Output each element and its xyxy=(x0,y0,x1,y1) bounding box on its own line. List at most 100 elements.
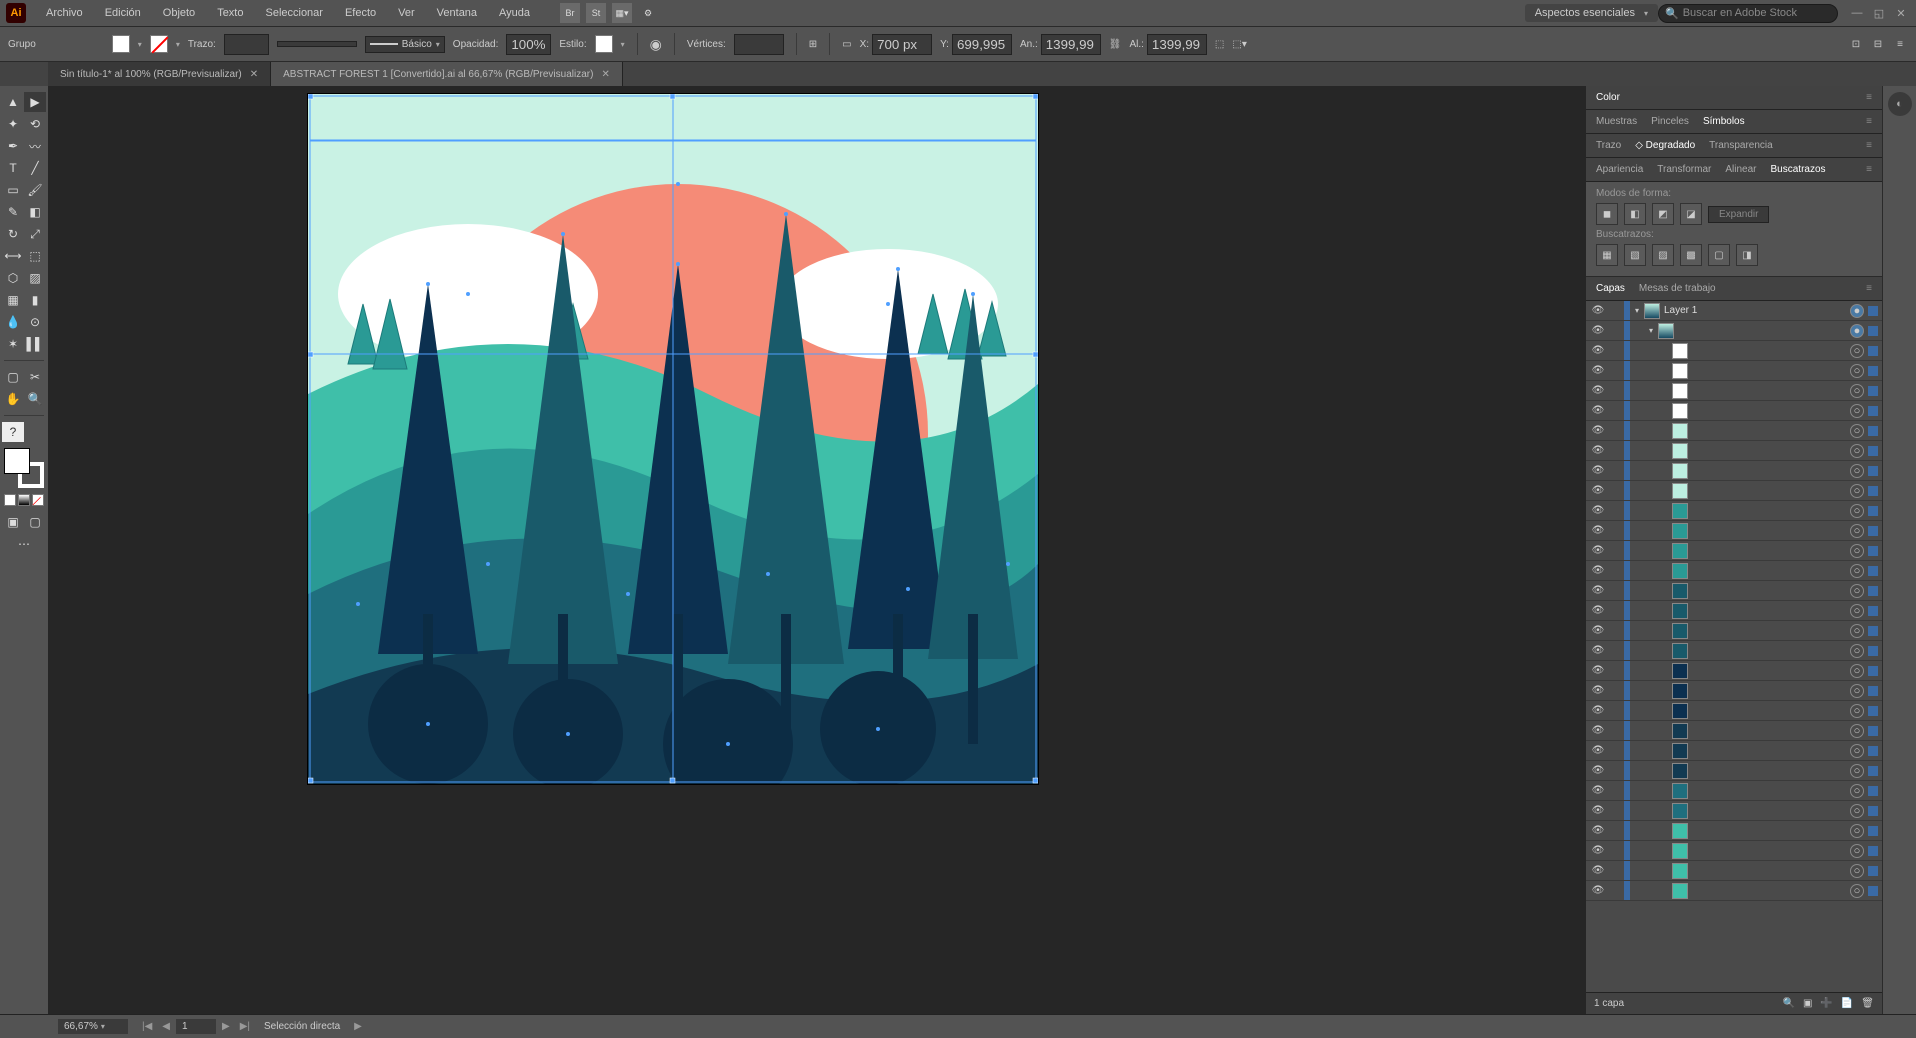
transform2-icon[interactable]: ⬚▾ xyxy=(1232,39,1246,50)
layer-row[interactable]: 👁○ xyxy=(1586,601,1882,621)
layer-row[interactable]: 👁○ xyxy=(1586,441,1882,461)
menu-ayuda[interactable]: Ayuda xyxy=(489,3,540,23)
target-icon[interactable]: ○ xyxy=(1850,504,1864,518)
color-mode-none[interactable]: — xyxy=(32,494,44,506)
window-restore[interactable]: ◱ xyxy=(1870,6,1888,20)
layer-row[interactable]: 👁○ xyxy=(1586,361,1882,381)
target-icon[interactable]: ○ xyxy=(1850,744,1864,758)
rotate-tool[interactable]: ↻ xyxy=(2,224,24,244)
stroke-toggle[interactable] xyxy=(24,422,46,442)
layer-row[interactable]: 👁○ xyxy=(1586,461,1882,481)
visibility-icon[interactable]: 👁 xyxy=(1586,685,1610,696)
visibility-icon[interactable]: 👁 xyxy=(1586,705,1610,716)
layer-row[interactable]: 👁○ xyxy=(1586,801,1882,821)
visibility-icon[interactable]: 👁 xyxy=(1586,625,1610,636)
layer-row[interactable]: 👁○ xyxy=(1586,861,1882,881)
locate-layer-icon[interactable]: 🔍 xyxy=(1782,998,1794,1009)
layer-row[interactable]: 👁○ xyxy=(1586,641,1882,661)
opacity-input[interactable] xyxy=(506,34,551,55)
visibility-icon[interactable]: 👁 xyxy=(1586,785,1610,796)
layer-row[interactable]: 👁○ xyxy=(1586,401,1882,421)
menu-seleccionar[interactable]: Seleccionar xyxy=(255,3,332,23)
perspective-tool[interactable]: ▨ xyxy=(24,268,46,288)
new-layer-icon[interactable]: 📄 xyxy=(1841,998,1853,1009)
visibility-icon[interactable]: 👁 xyxy=(1586,665,1610,676)
visibility-icon[interactable]: 👁 xyxy=(1586,825,1610,836)
menu-archivo[interactable]: Archivo xyxy=(36,3,93,23)
nav-prev[interactable]: ◀ xyxy=(158,1019,174,1034)
visibility-icon[interactable]: 👁 xyxy=(1586,345,1610,356)
canvas[interactable] xyxy=(48,86,1586,1014)
width-tool[interactable]: ⟷ xyxy=(2,246,24,266)
stroke-weight-input[interactable] xyxy=(224,34,269,55)
shape-icon[interactable]: ▭ xyxy=(842,39,851,50)
target-icon[interactable]: ○ xyxy=(1850,404,1864,418)
visibility-icon[interactable]: 👁 xyxy=(1586,465,1610,476)
artboard-tool[interactable]: ▢ xyxy=(2,367,24,387)
delete-layer-icon[interactable]: 🗑 xyxy=(1861,998,1874,1009)
menu-objeto[interactable]: Objeto xyxy=(153,3,205,23)
target-icon[interactable]: ● xyxy=(1850,304,1864,318)
isolate-icon[interactable]: ⊡ xyxy=(1848,36,1864,52)
panel-tab-appearance[interactable]: Apariencia xyxy=(1596,162,1643,177)
eraser-tool[interactable]: ◧ xyxy=(24,202,46,222)
recolor-icon[interactable]: ◉ xyxy=(650,36,662,53)
target-icon[interactable]: ○ xyxy=(1850,484,1864,498)
visibility-icon[interactable]: 👁 xyxy=(1586,725,1610,736)
layer-row[interactable]: 👁○ xyxy=(1586,781,1882,801)
layer-row[interactable]: 👁○ xyxy=(1586,761,1882,781)
stock-icon[interactable]: St xyxy=(586,3,606,23)
layer-row[interactable]: 👁○ xyxy=(1586,381,1882,401)
panel-menu-icon[interactable]: ≡ xyxy=(1866,164,1872,175)
expand-toggle[interactable]: ▾ xyxy=(1630,306,1644,315)
menu-efecto[interactable]: Efecto xyxy=(335,3,386,23)
type-tool[interactable]: T xyxy=(2,158,24,178)
target-icon[interactable]: ○ xyxy=(1850,464,1864,478)
make-clip-icon[interactable]: ▣ xyxy=(1803,998,1812,1009)
pf-trim[interactable]: ▧ xyxy=(1624,244,1646,266)
target-icon[interactable]: ○ xyxy=(1850,584,1864,598)
pf-divide[interactable]: ▦ xyxy=(1596,244,1618,266)
graph-tool[interactable]: ▌▌ xyxy=(24,334,46,354)
doc-tab-1-close[interactable]: ✕ xyxy=(250,69,258,80)
artboard[interactable] xyxy=(308,94,1038,784)
selection-tool[interactable]: ▲ xyxy=(2,92,24,112)
edit-toolbar[interactable]: ⋯ xyxy=(13,534,35,554)
panel-tab-swatches[interactable]: Muestras xyxy=(1596,114,1637,129)
visibility-icon[interactable]: 👁 xyxy=(1586,845,1610,856)
transform-icon[interactable]: ⬚ xyxy=(1215,39,1224,50)
target-icon[interactable]: ○ xyxy=(1850,664,1864,678)
vertices-input[interactable] xyxy=(734,34,784,55)
doc-tab-2[interactable]: ABSTRACT FOREST 1 [Convertido].ai al 66,… xyxy=(271,62,623,86)
align-icon[interactable]: ⊞ xyxy=(809,39,817,50)
bridge-icon[interactable]: Br xyxy=(560,3,580,23)
panel-tab-color[interactable]: Color xyxy=(1596,90,1620,105)
gpu-icon[interactable]: ⚙ xyxy=(638,3,658,23)
panel-tab-layers[interactable]: Capas xyxy=(1596,281,1625,296)
line-tool[interactable]: ╱ xyxy=(24,158,46,178)
shape-builder-tool[interactable]: ⬡ xyxy=(2,268,24,288)
direct-selection-tool[interactable]: ▶ xyxy=(24,92,46,112)
brush-def[interactable]: Básico▾ xyxy=(365,36,445,53)
layer-row[interactable]: 👁○ xyxy=(1586,341,1882,361)
target-icon[interactable]: ○ xyxy=(1850,644,1864,658)
nav-last[interactable]: ▶| xyxy=(236,1019,254,1034)
menu-texto[interactable]: Texto xyxy=(207,3,253,23)
cc-libraries-icon[interactable]: ◐ xyxy=(1888,92,1912,116)
doc-tab-2-close[interactable]: ✕ xyxy=(601,69,609,80)
visibility-icon[interactable]: 👁 xyxy=(1586,485,1610,496)
layer-row[interactable]: 👁○ xyxy=(1586,581,1882,601)
curvature-tool[interactable]: 〰 xyxy=(24,136,46,156)
panel-tab-gradient[interactable]: ◇ Degradado xyxy=(1635,138,1695,153)
target-icon[interactable]: ○ xyxy=(1850,624,1864,638)
shaper-tool[interactable]: ✎ xyxy=(2,202,24,222)
pen-tool[interactable]: ✒ xyxy=(2,136,24,156)
visibility-icon[interactable]: 👁 xyxy=(1586,445,1610,456)
target-icon[interactable]: ○ xyxy=(1850,884,1864,898)
mesh-tool[interactable]: ▦ xyxy=(2,290,24,310)
edit-icon[interactable]: ⊟ xyxy=(1870,36,1886,52)
layer-row[interactable]: 👁○ xyxy=(1586,681,1882,701)
target-icon[interactable]: ○ xyxy=(1850,844,1864,858)
scale-tool[interactable]: ⤢ xyxy=(24,224,46,244)
layer-row[interactable]: 👁○ xyxy=(1586,701,1882,721)
